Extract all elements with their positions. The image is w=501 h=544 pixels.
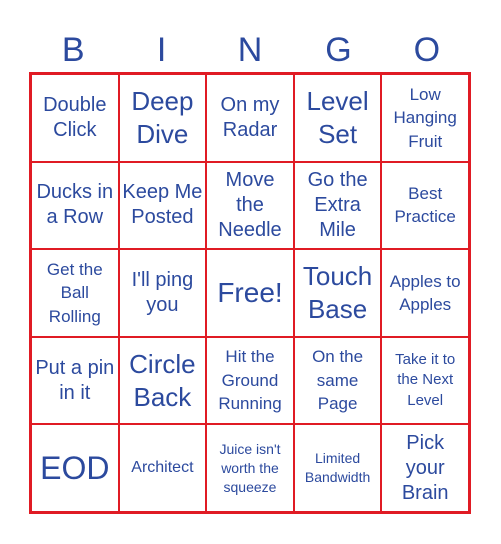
header-letter-i: I	[156, 31, 167, 69]
bingo-cell[interactable]: Hit the Ground Running	[206, 336, 294, 425]
bingo-cell[interactable]: Get the Ball Rolling	[31, 249, 119, 337]
bingo-cell[interactable]: Move the Needle	[206, 161, 294, 250]
header-letter-g: G	[325, 31, 352, 69]
bingo-cell[interactable]: Limited Bandwidth	[293, 424, 382, 512]
bingo-cell[interactable]: I'll ping you	[118, 249, 207, 337]
bingo-cell[interactable]: Keep Me Posted	[118, 161, 207, 250]
bingo-cell[interactable]: Level Set	[293, 74, 382, 162]
bingo-cell[interactable]: Apples to Apples	[381, 249, 469, 337]
bingo-cell[interactable]: Low Hanging Fruit	[381, 74, 469, 162]
bingo-cell[interactable]: Take it to the Next Level	[381, 336, 469, 425]
bingo-grid: Double Click Deep Dive On my Radar Level…	[29, 72, 471, 514]
bingo-cell[interactable]: Pick your Brain	[381, 424, 469, 512]
bingo-cell[interactable]: Go the Extra Mile	[293, 161, 382, 250]
bingo-cell[interactable]: Circle Back	[118, 336, 207, 425]
bingo-cell[interactable]: Deep Dive	[118, 74, 207, 162]
bingo-cell[interactable]: Double Click	[31, 74, 119, 162]
bingo-cell[interactable]: On my Radar	[206, 74, 294, 162]
bingo-header: B I N G O	[29, 28, 471, 72]
bingo-cell[interactable]: EOD	[31, 424, 119, 512]
bingo-cell[interactable]: Put a pin in it	[31, 336, 119, 425]
bingo-cell[interactable]: Ducks in a Row	[31, 161, 119, 250]
header-letter-n: N	[237, 31, 263, 69]
bingo-cell[interactable]: Best Practice	[381, 161, 469, 250]
header-letter-o: O	[413, 31, 441, 69]
bingo-cell[interactable]: On the same Page	[293, 336, 382, 425]
bingo-cell[interactable]: Touch Base	[293, 249, 382, 337]
header-letter-b: B	[61, 31, 85, 69]
bingo-cell[interactable]: Juice isn't worth the squeeze	[206, 424, 294, 512]
bingo-cell[interactable]: Architect	[118, 424, 207, 512]
free-space-cell[interactable]: Free!	[206, 249, 294, 337]
